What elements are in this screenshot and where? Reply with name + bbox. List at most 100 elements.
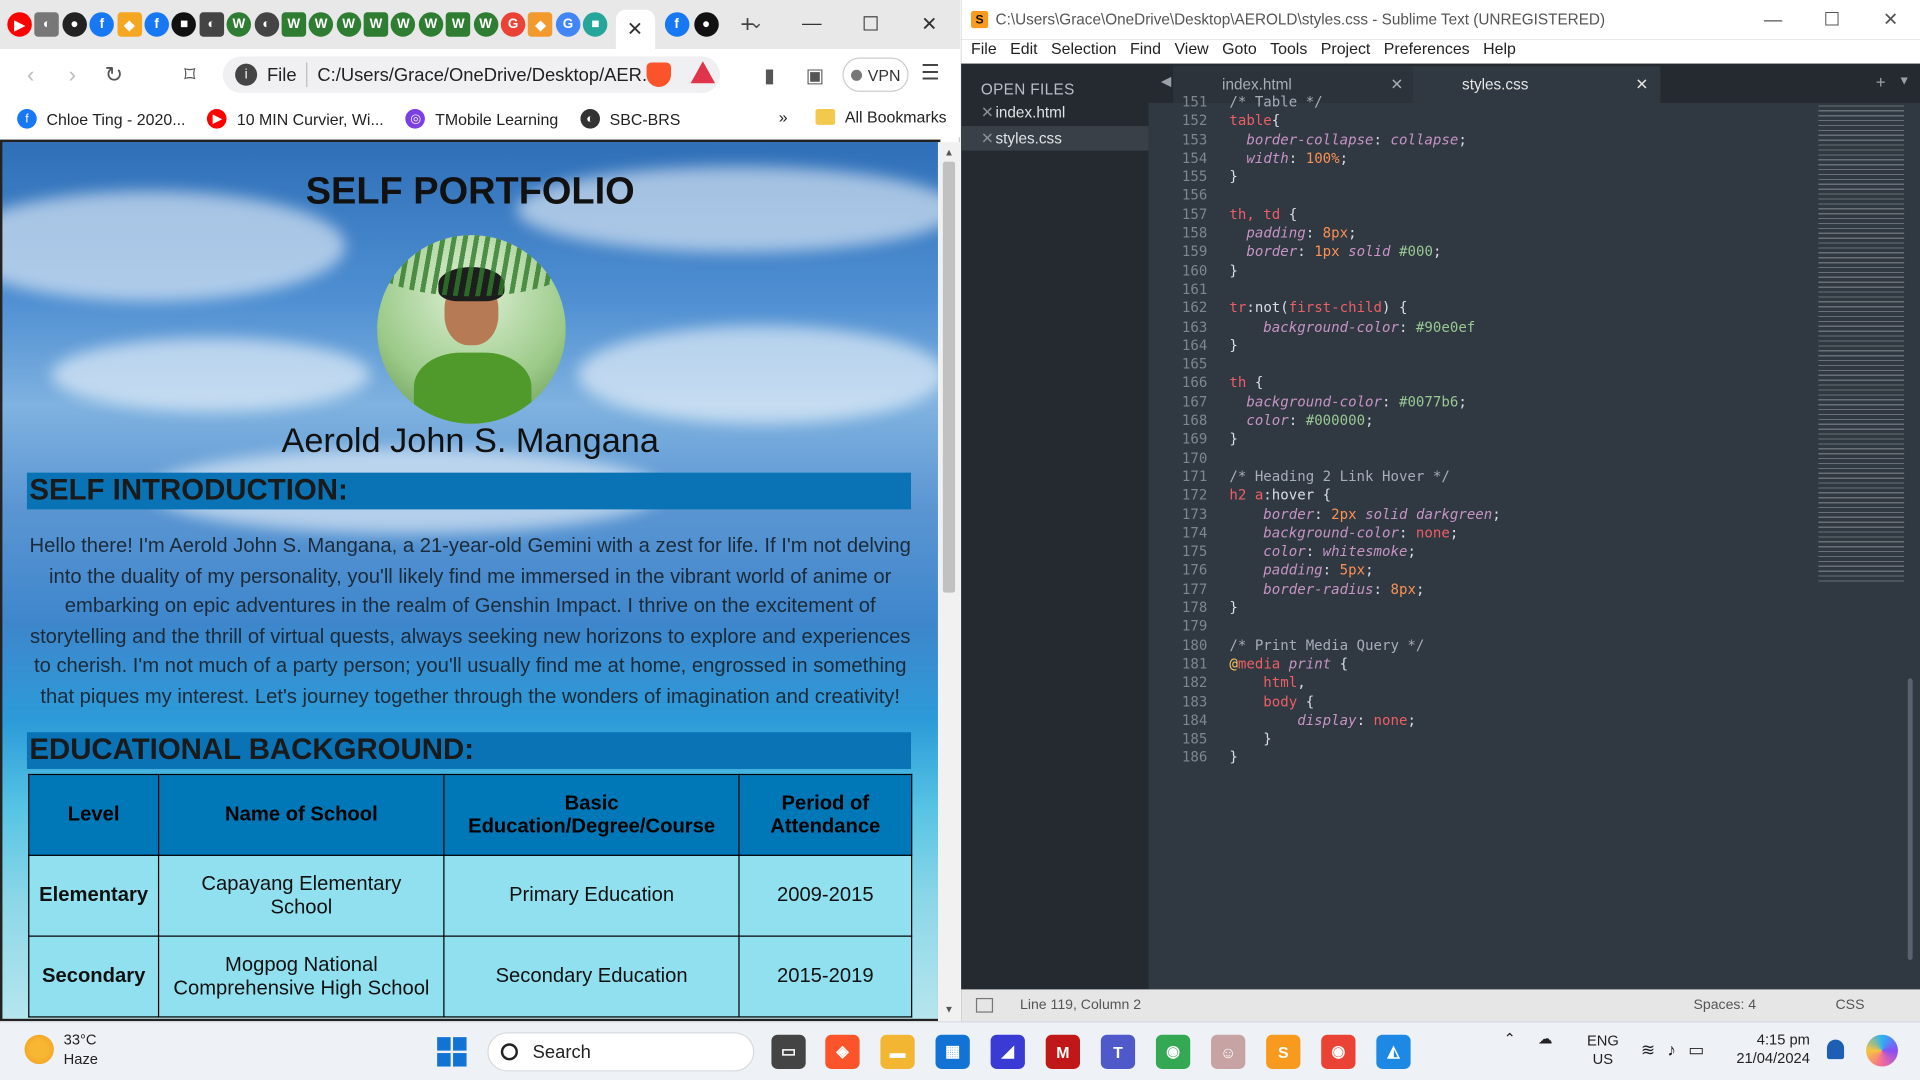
tab-list-icon[interactable]: ▼ — [1898, 75, 1910, 88]
start-button[interactable] — [437, 1037, 467, 1067]
menu-selection[interactable]: Selection — [1051, 39, 1116, 63]
bookmark-icon[interactable]: ⌑ — [169, 62, 211, 88]
facebook-icon[interactable]: f — [89, 12, 115, 37]
network-volume-battery-icons[interactable]: ≋♪▭ — [1641, 1040, 1717, 1061]
facebook-icon[interactable]: f — [664, 12, 689, 37]
wikipedia-icon[interactable]: W — [473, 12, 498, 37]
active-tab-close-icon[interactable]: ✕ — [615, 9, 655, 49]
wikipedia-icon[interactable]: W — [308, 12, 334, 37]
minimize-button[interactable]: — — [782, 0, 841, 49]
globe-icon[interactable]: ◐ — [199, 12, 224, 37]
close-window-button[interactable]: ✕ — [900, 0, 959, 49]
brave-shields-icon[interactable] — [646, 62, 672, 87]
facebook-icon[interactable]: f — [144, 12, 169, 37]
app-icon[interactable]: ◆ — [528, 12, 553, 37]
open-file-index-html[interactable]: ✕ index.html — [961, 100, 1148, 124]
brave-rewards-icon[interactable] — [690, 61, 716, 84]
back-icon[interactable]: ‹ — [10, 62, 52, 88]
taskbar-search[interactable]: Search — [487, 1032, 755, 1072]
web-page-viewport[interactable]: SELF PORTFOLIO Aerold John S. Mangana SE… — [0, 139, 941, 1022]
task-view-icon[interactable]: ▭ — [771, 1034, 806, 1069]
menu-project[interactable]: Project — [1321, 39, 1371, 63]
sublime-text-icon[interactable]: S — [1266, 1034, 1301, 1069]
site-info-icon[interactable]: i — [235, 63, 258, 86]
url-text[interactable]: C:/Users/Grace/OneDrive/Desktop/AER... — [317, 64, 657, 85]
youtube-icon[interactable]: ▶ — [7, 12, 32, 37]
google-icon[interactable]: G — [555, 12, 581, 37]
address-bar[interactable]: i File C:/Users/Grace/OneDrive/Desktop/A… — [222, 56, 721, 94]
wikipedia-icon[interactable]: W — [226, 12, 252, 37]
panel-toggle-icon[interactable] — [975, 997, 994, 1013]
scroll-down-icon[interactable]: ▼ — [944, 1004, 954, 1015]
new-tab-icon[interactable]: + — [1876, 72, 1886, 92]
wikipedia-icon[interactable]: W — [336, 12, 361, 37]
indentation-setting[interactable]: Spaces: 4 — [1693, 998, 1756, 1013]
wikipedia-icon[interactable]: W — [418, 12, 444, 37]
forward-icon[interactable]: › — [51, 62, 93, 88]
game-icon[interactable]: ☺ — [1211, 1034, 1246, 1069]
minimize-button[interactable]: — — [1744, 0, 1803, 39]
wikipedia-icon[interactable]: W — [363, 12, 389, 37]
menu-goto[interactable]: Goto — [1222, 39, 1257, 63]
menu-file[interactable]: File — [971, 39, 997, 63]
close-window-button[interactable]: ✕ — [1861, 0, 1920, 39]
globe-icon[interactable]: ◐ — [254, 12, 279, 37]
wikipedia-icon[interactable]: W — [446, 12, 471, 37]
menu-find[interactable]: Find — [1130, 39, 1161, 63]
bookmarks-overflow-icon[interactable]: » — [779, 108, 788, 126]
maximize-button[interactable]: ☐ — [841, 0, 900, 49]
menu-tools[interactable]: Tools — [1270, 39, 1307, 63]
chrome-icon[interactable]: ◉ — [1155, 1034, 1191, 1069]
all-bookmarks-button[interactable]: All Bookmarks — [815, 108, 947, 126]
minimap[interactable] — [1818, 105, 1905, 583]
maximize-button[interactable]: ☐ — [1802, 0, 1861, 39]
app-icon[interactable]: ■ — [583, 12, 608, 37]
menu-view[interactable]: View — [1174, 39, 1208, 63]
input-language[interactable]: ENG US — [1587, 1032, 1619, 1069]
open-file-styles-css[interactable]: ✕ styles.css — [961, 126, 1149, 151]
menu-preferences[interactable]: Preferences — [1384, 39, 1470, 63]
wikipedia-icon[interactable]: W — [281, 12, 307, 37]
notification-bell-icon[interactable] — [1826, 1039, 1845, 1060]
menu-icon[interactable]: ☰ — [921, 61, 940, 85]
bookmark-item[interactable]: ◎ TMobile Learning — [405, 108, 558, 129]
menu-help[interactable]: Help — [1483, 39, 1516, 63]
teams-icon[interactable]: T — [1100, 1034, 1136, 1069]
bookmark-item[interactable]: ▶ 10 MIN Curvier, Wi... — [207, 108, 384, 129]
cat-icon[interactable]: ◆ — [117, 12, 142, 37]
menu-edit[interactable]: Edit — [1010, 39, 1037, 63]
copilot-icon[interactable] — [1866, 1034, 1898, 1067]
microsoft-store-icon[interactable]: ▦ — [935, 1034, 970, 1069]
wallet-icon[interactable]: ▣ — [806, 64, 825, 88]
globe-icon[interactable]: ◐ — [34, 12, 60, 37]
bookmark-item[interactable]: ◐ SBC-BRS — [580, 108, 680, 129]
chrome-profile-icon[interactable]: ◉ — [1321, 1034, 1356, 1069]
tab-search-chevron-icon[interactable]: ⌄ — [749, 12, 763, 33]
weather-widget[interactable]: 33°C Haze — [24, 1030, 98, 1069]
vpn-button[interactable]: VPN — [842, 57, 909, 92]
tray-overflow-chevron-icon[interactable]: ⌃ — [1504, 1030, 1516, 1047]
bookmark-item[interactable]: f Chloe Ting - 2020... — [17, 108, 185, 129]
editor-scrollbar[interactable] — [1905, 103, 1915, 990]
app-icon[interactable]: ◢ — [990, 1034, 1025, 1069]
wikipedia-icon[interactable]: W — [391, 12, 416, 37]
app-icon[interactable]: ● — [62, 12, 87, 37]
close-file-icon[interactable]: ✕ — [981, 100, 994, 124]
code-editor[interactable]: /* Table */table{ border-collapse: colla… — [1229, 93, 1817, 980]
brave-icon[interactable]: ◈ — [825, 1034, 860, 1069]
close-file-icon[interactable]: ✕ — [981, 126, 994, 150]
syntax-setting[interactable]: CSS — [1836, 998, 1865, 1013]
github-icon[interactable]: ● — [693, 12, 719, 37]
page-scrollbar[interactable]: ▲ ▼ — [937, 142, 961, 1022]
scroll-up-icon[interactable]: ▲ — [944, 147, 954, 158]
file-explorer-icon[interactable]: ▬ — [880, 1034, 915, 1069]
scrollbar-thumb[interactable] — [1907, 678, 1913, 961]
square-icon[interactable]: ■ — [171, 12, 197, 37]
sidebar-icon[interactable]: ▮ — [764, 64, 775, 88]
photos-icon[interactable]: ◭ — [1376, 1034, 1411, 1069]
reload-icon[interactable]: ↻ — [93, 62, 135, 88]
onedrive-status-icon[interactable]: ☁ — [1538, 1030, 1553, 1047]
scrollbar-thumb[interactable] — [942, 161, 956, 593]
mcafee-icon[interactable]: M — [1045, 1034, 1081, 1069]
google-icon[interactable]: G — [500, 12, 526, 37]
